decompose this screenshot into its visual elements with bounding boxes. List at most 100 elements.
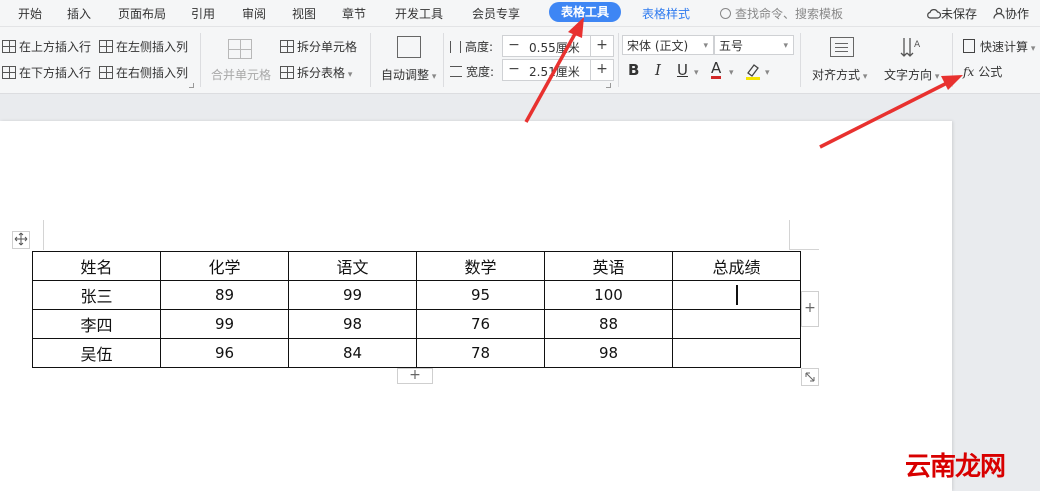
table-cell[interactable]: 李四 (32, 309, 161, 339)
align-label: 对齐方式 (812, 68, 861, 82)
font-name-select[interactable]: 宋体 (正文) ▾ (622, 35, 714, 55)
align-button[interactable]: 对齐方式 ▾ (812, 66, 867, 83)
cloud-icon (927, 9, 942, 19)
table-cell[interactable]: 99 (160, 309, 289, 339)
chevron-down-icon[interactable]: ▾ (694, 68, 699, 78)
add-row-button[interactable]: + (397, 368, 433, 384)
menu-item-page-layout[interactable]: 页面布局 (118, 5, 166, 22)
calculator-icon (963, 39, 975, 53)
table-cell[interactable]: 89 (160, 280, 289, 310)
collab-button[interactable]: 协作 (993, 5, 1029, 22)
table-cell[interactable]: 96 (160, 338, 289, 368)
table-cell[interactable]: 吴伍 (32, 338, 161, 368)
group-launcher-icon[interactable] (189, 83, 194, 88)
table-cell[interactable]: 76 (416, 309, 545, 339)
auto-fit-label: 自动调整 (381, 68, 430, 82)
resize-icon (805, 372, 815, 382)
height-decrease-button[interactable]: − (503, 36, 525, 56)
italic-button[interactable]: I (655, 61, 661, 79)
insert-row-above-icon (2, 40, 16, 53)
grade-table[interactable]: 姓名 化学 语文 数学 英语 总成绩 张三 89 99 95 100 李四 99… (32, 251, 801, 368)
save-status[interactable]: 未保存 (926, 5, 977, 22)
formula-button[interactable]: fx 公式 (963, 63, 1002, 80)
split-cells-label: 拆分单元格 (297, 40, 358, 54)
margin-mark (789, 220, 790, 250)
table-row: 李四 99 98 76 88 (32, 309, 801, 339)
width-increase-button[interactable]: + (590, 60, 613, 80)
font-color-button[interactable]: A (711, 61, 722, 79)
bold-button[interactable]: B (628, 61, 639, 79)
divider (952, 33, 953, 87)
width-decrease-button[interactable]: − (503, 60, 525, 80)
menu-item-view[interactable]: 视图 (292, 5, 316, 22)
quick-calc-button[interactable]: 快速计算 ▾ (963, 38, 1035, 55)
svg-text:A: A (914, 40, 921, 50)
command-search[interactable]: 查找命令、搜索模板 (720, 5, 843, 22)
text-direction-label: 文字方向 (884, 68, 933, 82)
chevron-down-icon[interactable]: ▾ (729, 68, 734, 78)
add-column-button[interactable]: + (801, 291, 819, 327)
menu-item-member[interactable]: 会员专享 (472, 5, 520, 22)
table-cell[interactable]: 78 (416, 338, 545, 368)
table-cell[interactable]: 100 (544, 280, 673, 310)
menu-item-review[interactable]: 审阅 (242, 5, 266, 22)
font-size-select[interactable]: 五号 ▾ (714, 35, 794, 55)
menu-item-start[interactable]: 开始 (18, 5, 42, 22)
table-cell[interactable]: 98 (288, 309, 417, 339)
table-move-handle[interactable] (12, 231, 30, 249)
insert-row-below-icon (2, 66, 16, 79)
split-table-button[interactable]: 拆分表格 ▾ (280, 64, 352, 81)
insert-col-left-button[interactable]: 在左侧插入列 (99, 38, 188, 55)
table-cell[interactable]: 95 (416, 280, 545, 310)
divider (618, 33, 619, 87)
menu-item-chapter[interactable]: 章节 (342, 5, 366, 22)
insert-row-above-button[interactable]: 在上方插入行 (2, 38, 91, 55)
chevron-down-icon[interactable]: ▾ (765, 68, 770, 78)
tab-table-tools[interactable]: 表格工具 (549, 2, 622, 22)
insert-row-above-label: 在上方插入行 (19, 40, 92, 54)
highlight-button[interactable] (744, 62, 762, 84)
table-row: 吴伍 96 84 78 98 (32, 338, 801, 368)
table-header-cell[interactable]: 总成绩 (672, 251, 801, 281)
table-cell[interactable]: 98 (544, 338, 673, 368)
insert-col-right-button[interactable]: 在右侧插入列 (99, 64, 188, 81)
table-cell[interactable]: 张三 (32, 280, 161, 310)
insert-row-below-button[interactable]: 在下方插入行 (2, 64, 91, 81)
table-cell[interactable]: 88 (544, 309, 673, 339)
table-header-cell[interactable]: 数学 (416, 251, 545, 281)
table-header-cell[interactable]: 化学 (160, 251, 289, 281)
menu-item-developer[interactable]: 开发工具 (395, 5, 443, 22)
insert-col-right-label: 在右侧插入列 (116, 66, 189, 80)
table-cell[interactable]: 99 (288, 280, 417, 310)
auto-fit-button[interactable]: 自动调整 ▾ (381, 66, 436, 83)
text-direction-button[interactable]: 文字方向 ▾ (884, 66, 939, 83)
split-table-icon (280, 66, 294, 79)
table-resize-handle[interactable] (801, 368, 819, 386)
table-cell[interactable] (672, 338, 801, 368)
height-stepper[interactable]: − 0.55厘米 + (502, 35, 614, 57)
divider (370, 33, 371, 87)
col-width-icon (450, 66, 462, 77)
table-cell[interactable]: 84 (288, 338, 417, 368)
save-status-label: 未保存 (941, 7, 978, 21)
tab-table-style[interactable]: 表格样式 (642, 5, 690, 22)
total-cell-active[interactable] (672, 280, 801, 310)
menu-item-insert[interactable]: 插入 (67, 5, 91, 22)
auto-fit-icon (397, 36, 421, 58)
table-cell[interactable] (672, 309, 801, 339)
table-header-cell[interactable]: 英语 (544, 251, 673, 281)
menu-item-reference[interactable]: 引用 (191, 5, 215, 22)
height-value[interactable]: 0.55厘米 (529, 39, 580, 56)
underline-button[interactable]: U (677, 61, 688, 79)
menu-bar: 开始 插入 页面布局 引用 审阅 视图 章节 开发工具 会员专享 表格工具 表格… (0, 0, 1040, 27)
margin-mark (789, 249, 819, 250)
width-stepper[interactable]: − 2.51厘米 + (502, 59, 614, 81)
merge-cells-button[interactable]: 合并单元格 (211, 66, 271, 83)
height-increase-button[interactable]: + (590, 36, 613, 56)
group-launcher-icon[interactable] (606, 83, 611, 88)
table-header-cell[interactable]: 姓名 (32, 251, 161, 281)
split-cells-button[interactable]: 拆分单元格 (280, 38, 357, 55)
split-cells-icon (280, 40, 294, 53)
width-value[interactable]: 2.51厘米 (529, 63, 580, 80)
table-header-cell[interactable]: 语文 (288, 251, 417, 281)
